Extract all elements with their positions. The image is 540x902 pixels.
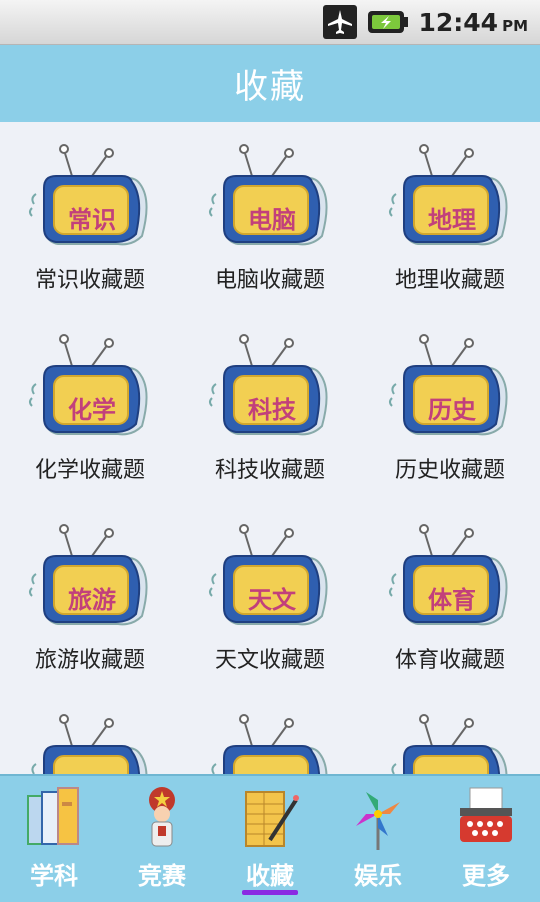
tv-icon: 科技 bbox=[208, 332, 332, 452]
nav-label: 娱乐 bbox=[354, 862, 402, 890]
nav-label: 收藏 bbox=[246, 862, 294, 890]
tv-screen-label: 旅游 bbox=[68, 585, 116, 614]
status-bar: 12:44 PM bbox=[0, 0, 540, 45]
nav-label: 竞赛 bbox=[138, 862, 186, 890]
favorite-tile-partial bbox=[0, 692, 180, 774]
favorite-tile[interactable]: 地理 地理收藏题 bbox=[360, 122, 540, 312]
pinwheel-icon bbox=[348, 782, 408, 852]
tv-icon: 电脑 bbox=[208, 142, 332, 262]
tv-screen-label: 地理 bbox=[428, 205, 476, 234]
tv-screen-label: 化学 bbox=[68, 395, 116, 424]
tile-caption: 地理收藏题 bbox=[394, 268, 505, 293]
favorite-tile[interactable]: 体育 体育收藏题 bbox=[360, 502, 540, 692]
tv-screen-label: 体育 bbox=[428, 585, 476, 614]
tile-caption: 旅游收藏题 bbox=[34, 648, 145, 673]
status-icons: 12:44 PM bbox=[322, 0, 529, 44]
tv-screen-label: 科技 bbox=[248, 395, 296, 424]
airplane-mode-icon bbox=[322, 5, 357, 39]
nav-label: 学科 bbox=[30, 862, 78, 890]
favorite-tile[interactable]: 电脑 电脑收藏题 bbox=[180, 122, 360, 312]
tv-icon: 历史 bbox=[388, 332, 512, 452]
tv-icon: 地理 bbox=[388, 142, 512, 262]
tv-icon: 体育 bbox=[388, 522, 512, 642]
favorite-tile[interactable]: 化学 化学收藏题 bbox=[0, 312, 180, 502]
nav-item-pinwheel[interactable]: 娱乐 bbox=[324, 776, 432, 902]
tile-caption: 电脑收藏题 bbox=[214, 268, 325, 293]
title-bar: 收藏 bbox=[0, 45, 540, 122]
favorite-tile-partial bbox=[360, 692, 540, 774]
tile-caption: 历史收藏题 bbox=[394, 458, 505, 483]
nav-item-books[interactable]: 学科 bbox=[0, 776, 108, 902]
tv-screen-label: 电脑 bbox=[248, 205, 296, 234]
favorite-tile[interactable]: 旅游 旅游收藏题 bbox=[0, 502, 180, 692]
typewriter-icon bbox=[456, 782, 516, 852]
nav-selected-indicator bbox=[242, 890, 298, 895]
favorites-grid: 常识 常识收藏题 电脑 电脑收藏题 地理 地理收藏题 化学 化学收藏题 科技 科… bbox=[0, 122, 540, 774]
clock-time: 12:44 bbox=[418, 7, 499, 37]
tv-icon: 常识 bbox=[28, 142, 152, 262]
tile-caption: 科技收藏题 bbox=[214, 458, 325, 483]
page-title: 收藏 bbox=[234, 67, 306, 107]
tile-caption: 体育收藏题 bbox=[394, 648, 505, 673]
nav-item-contestant[interactable]: 竞赛 bbox=[108, 776, 216, 902]
tv-icon: 天文 bbox=[208, 522, 332, 642]
tile-caption: 天文收藏题 bbox=[214, 648, 325, 673]
tv-icon: 化学 bbox=[28, 332, 152, 452]
tv-screen-label: 历史 bbox=[428, 395, 476, 424]
favorite-tile[interactable]: 常识 常识收藏题 bbox=[0, 122, 180, 312]
favorite-tile[interactable]: 天文 天文收藏题 bbox=[180, 502, 360, 692]
tv-icon: 旅游 bbox=[28, 522, 152, 642]
favorite-tile[interactable]: 历史 历史收藏题 bbox=[360, 312, 540, 502]
tv-screen-label: 天文 bbox=[248, 585, 296, 614]
clock-ampm: PM bbox=[502, 16, 528, 35]
nav-label: 更多 bbox=[462, 862, 510, 890]
nav-item-notepad[interactable]: 收藏 bbox=[216, 776, 324, 902]
tv-icon bbox=[208, 712, 332, 774]
favorite-tile-partial bbox=[180, 692, 360, 774]
nav-item-typewriter[interactable]: 更多 bbox=[432, 776, 540, 902]
contestant-icon bbox=[132, 782, 192, 852]
notepad-icon bbox=[240, 782, 300, 852]
battery-charging-icon bbox=[367, 9, 409, 35]
tv-icon bbox=[388, 712, 512, 774]
favorite-tile[interactable]: 科技 科技收藏题 bbox=[180, 312, 360, 502]
tile-caption: 化学收藏题 bbox=[34, 458, 145, 483]
tv-icon bbox=[28, 712, 152, 774]
tile-caption: 常识收藏题 bbox=[34, 268, 145, 293]
bottom-nav: 学科 竞赛 收藏 娱乐 更多 bbox=[0, 774, 540, 902]
clock: 12:44 PM bbox=[419, 8, 529, 37]
books-icon bbox=[24, 782, 84, 852]
tv-screen-label: 常识 bbox=[68, 205, 116, 234]
